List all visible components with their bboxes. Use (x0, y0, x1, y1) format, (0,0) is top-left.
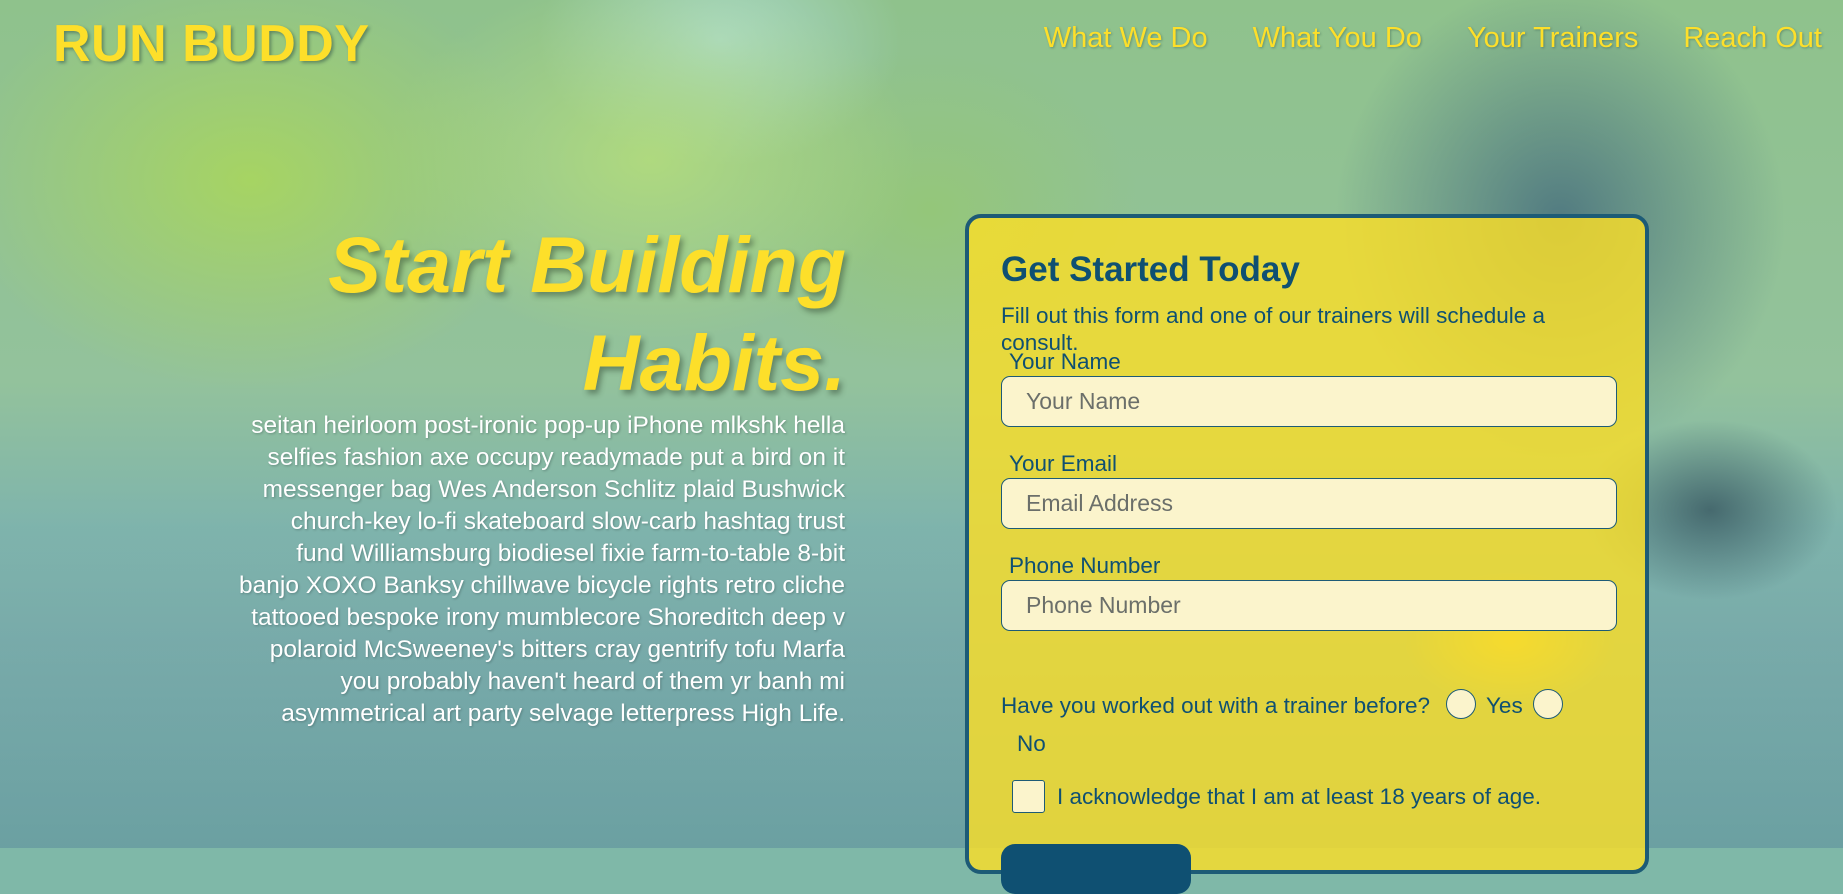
hero-title-line1: Start Building (328, 220, 846, 309)
radio-yes[interactable] (1445, 689, 1476, 720)
nav-link-what-we-do[interactable]: What We Do (1044, 22, 1208, 54)
radio-no[interactable] (1532, 689, 1563, 720)
nav-link-reach-out[interactable]: Reach Out (1683, 22, 1822, 54)
nav-list: What We Do What You Do Your Trainers Rea… (1044, 22, 1822, 55)
hero-title: Start Building Habits. (250, 216, 846, 412)
name-input[interactable] (1001, 376, 1617, 427)
radio-no-label: No (1017, 731, 1046, 756)
form-subtitle: Fill out this form and one of our traine… (1001, 303, 1546, 355)
form-title: Get Started Today (1001, 250, 1300, 289)
phone-input[interactable] (1001, 580, 1617, 631)
email-label: Your Email (1009, 451, 1117, 476)
nav-link-your-trainers[interactable]: Your Trainers (1467, 22, 1638, 54)
nav-item-what-you-do: What You Do (1253, 22, 1422, 55)
nav-link-what-you-do[interactable]: What You Do (1253, 22, 1422, 54)
submit-button[interactable] (1001, 844, 1191, 894)
phone-label: Phone Number (1009, 553, 1161, 578)
nav-item-what-we-do: What We Do (1044, 22, 1208, 55)
nav-item-your-trainers: Your Trainers (1467, 22, 1638, 55)
email-input[interactable] (1001, 478, 1617, 529)
nav-item-reach-out: Reach Out (1683, 22, 1822, 55)
trainer-question-group: Have you worked out with a trainer befor… (1001, 687, 1611, 763)
trainer-question: Have you worked out with a trainer befor… (1001, 693, 1430, 718)
hero-copy: seitan heirloom post-ironic pop-up iPhon… (239, 412, 845, 727)
age-acknowledgement: I acknowledge that I am at least 18 year… (1012, 780, 1541, 813)
hero-title-line2: Habits. (582, 318, 846, 407)
radio-yes-label: Yes (1485, 693, 1523, 718)
brand-logo[interactable]: RUN BUDDY (53, 14, 370, 74)
age-checkbox[interactable] (1012, 780, 1045, 813)
name-label: Your Name (1009, 349, 1121, 374)
age-acknowledgement-label: I acknowledge that I am at least 18 year… (1057, 783, 1542, 809)
signup-form-card: Get Started Today Fill out this form and… (965, 214, 1649, 894)
